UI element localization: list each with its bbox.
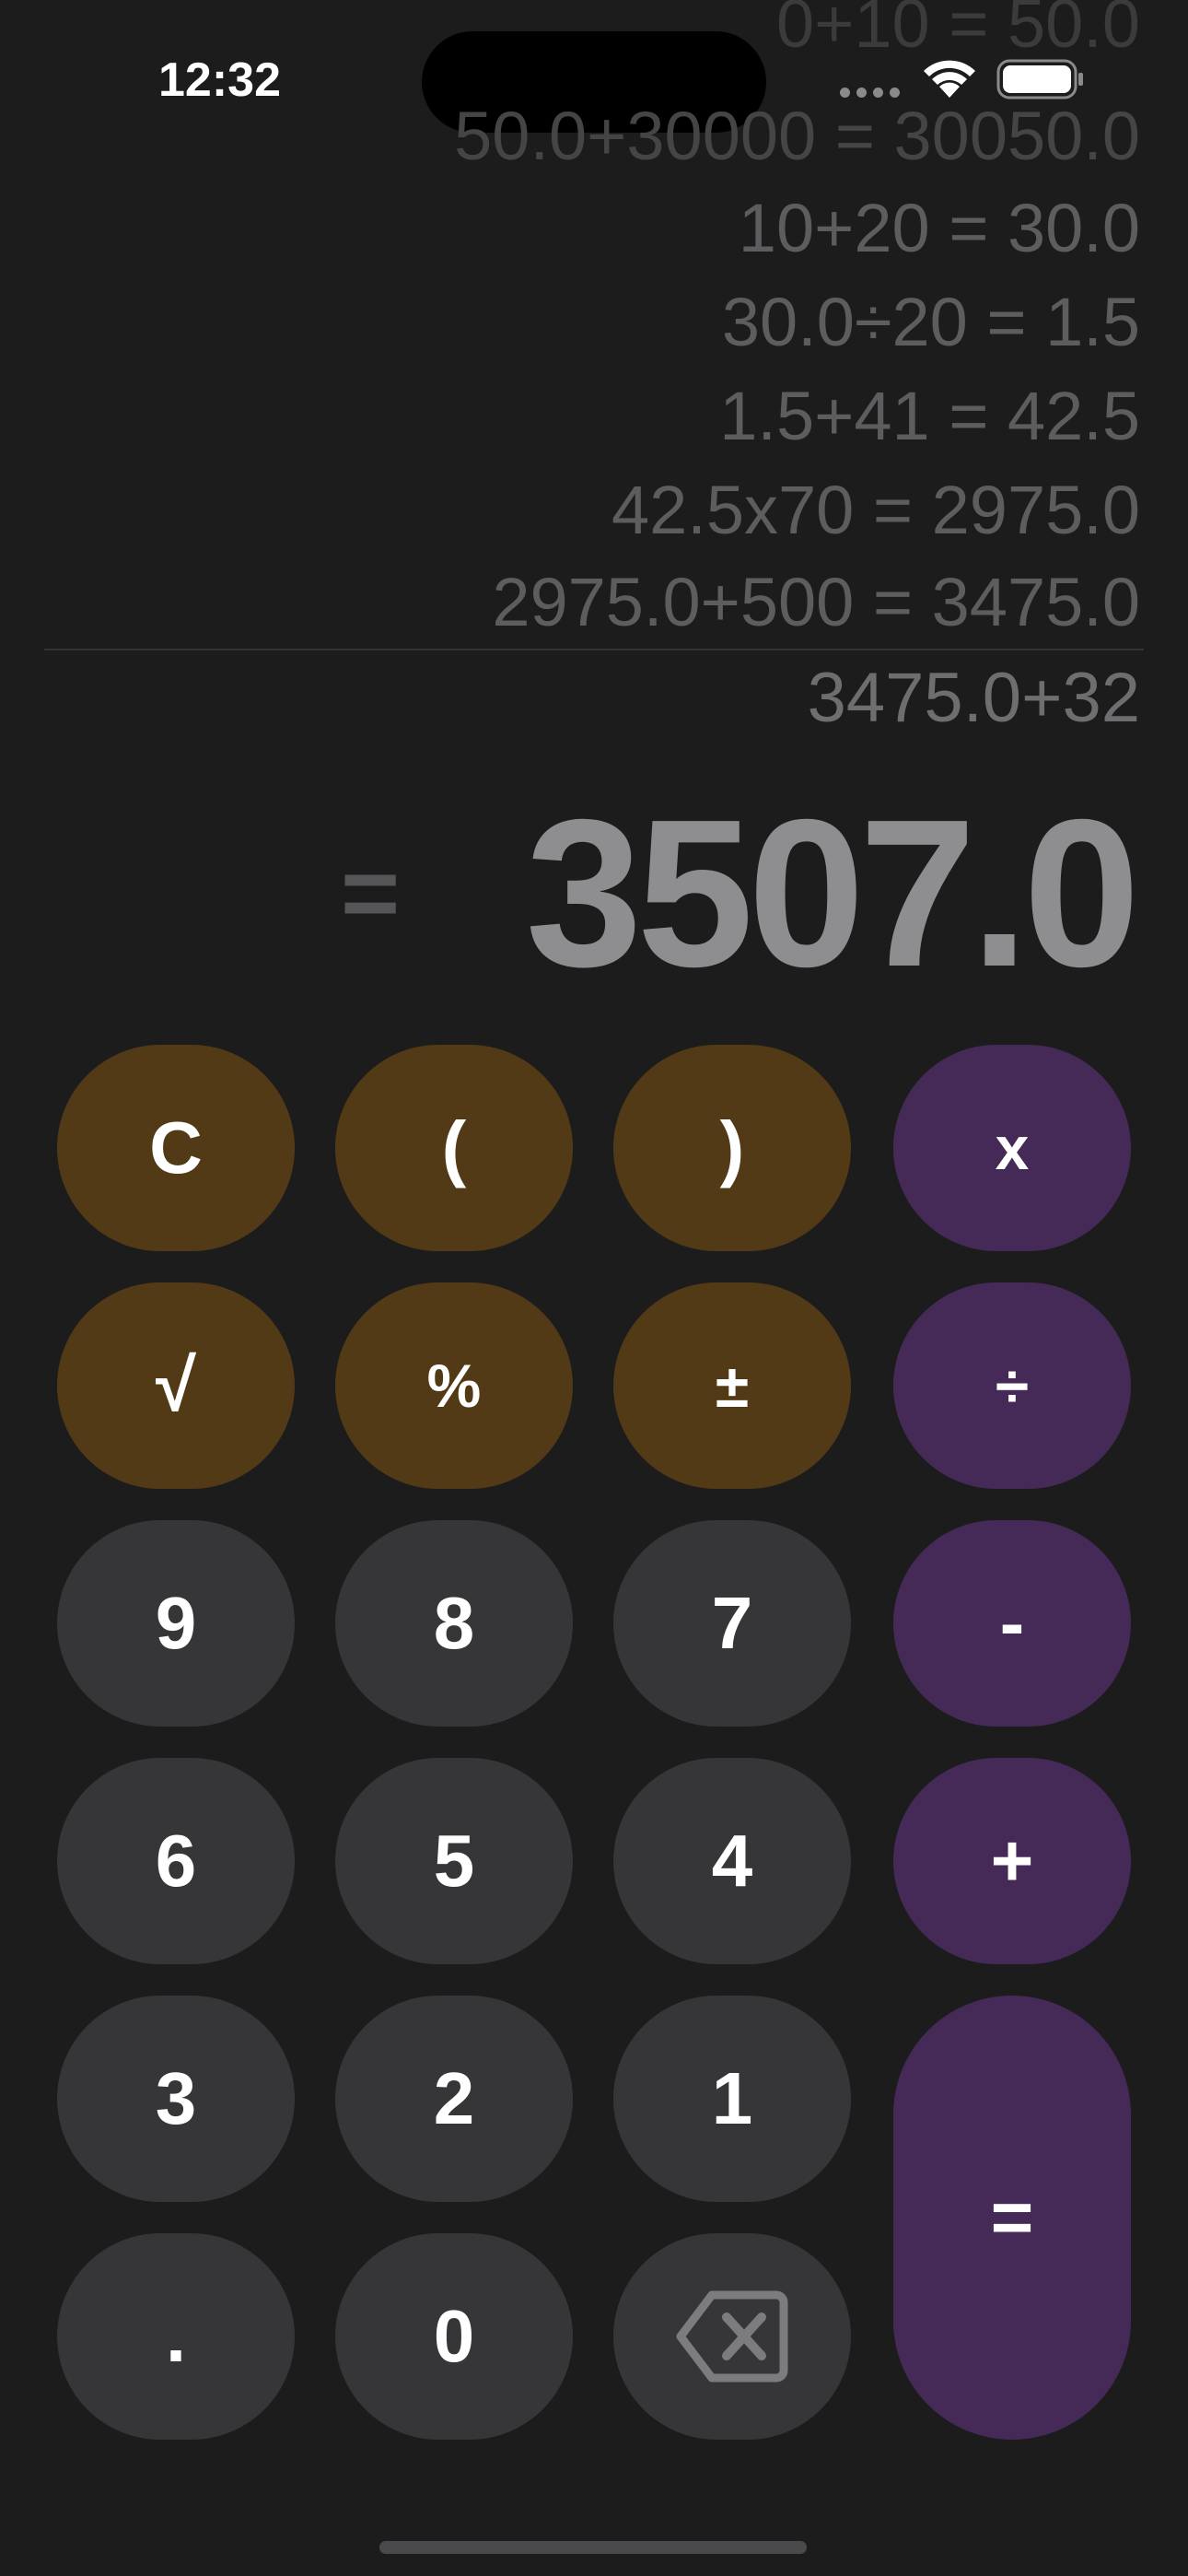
digit-6-label: 6 [155,1820,197,1902]
plus-minus-label: ± [715,1352,750,1420]
plus-label: + [990,1820,1034,1902]
backspace-button[interactable] [613,2233,851,2440]
history-line: 2975.0+500 = 3475.0 [492,564,1140,640]
digit-6-button[interactable]: 6 [57,1758,295,1964]
close-paren-label: ) [719,1107,745,1188]
history-divider [44,649,1144,650]
close-paren-button[interactable]: ) [613,1045,851,1251]
history-line: 42.5x70 = 2975.0 [611,472,1140,548]
history-line: 50.0+30000 = 30050.0 [454,98,1140,174]
equals-button[interactable]: = [893,1996,1131,2440]
minus-label: - [999,1582,1025,1664]
history-line: 30.0÷20 = 1.5 [721,284,1140,360]
home-indicator[interactable] [379,2541,807,2554]
digit-5-button[interactable]: 5 [335,1758,573,1964]
percent-button[interactable]: % [335,1282,573,1489]
digit-2-button[interactable]: 2 [335,1996,573,2202]
history-line: 10+20 = 30.0 [738,190,1140,266]
plus-minus-button[interactable]: ± [613,1282,851,1489]
digit-8-label: 8 [433,1582,475,1664]
open-paren-label: ( [441,1107,467,1188]
digit-4-label: 4 [711,1820,753,1902]
clear-button-label: C [149,1107,203,1188]
multiply-label: x [995,1114,1030,1182]
digit-1-button[interactable]: 1 [613,1996,851,2202]
plus-button[interactable]: + [893,1758,1131,1964]
backspace-icon [676,2290,788,2383]
digit-2-label: 2 [433,2057,475,2139]
result-equals-sign: = [341,837,401,950]
divide-button[interactable]: ÷ [893,1282,1131,1489]
digit-0-label: 0 [433,2295,475,2377]
current-expression: 3475.0+32 [807,659,1140,737]
sqrt-button[interactable]: √ [57,1282,295,1489]
divide-label: ÷ [995,1352,1030,1420]
digit-3-button[interactable]: 3 [57,1996,295,2202]
digit-9-button[interactable]: 9 [57,1520,295,1727]
history-line: 1.5+41 = 42.5 [719,378,1140,454]
equals-label: = [990,2176,1034,2258]
digit-0-button[interactable]: 0 [335,2233,573,2440]
history-line: 0+10 = 50.0 [775,0,1140,62]
percent-label: % [426,1352,482,1420]
digit-3-label: 3 [155,2057,197,2139]
open-paren-button[interactable]: ( [335,1045,573,1251]
calculation-history: 0+10 = 50.0 50.0+30000 = 30050.0 10+20 =… [35,0,1140,1198]
minus-button[interactable]: - [893,1520,1131,1727]
sqrt-label: √ [156,1344,196,1426]
digit-1-label: 1 [711,2057,753,2139]
digit-8-button[interactable]: 8 [335,1520,573,1727]
digit-4-button[interactable]: 4 [613,1758,851,1964]
digit-7-label: 7 [711,1582,753,1664]
digit-5-label: 5 [433,1820,475,1902]
digit-7-button[interactable]: 7 [613,1520,851,1727]
decimal-label: . [165,2295,187,2377]
result-display: 3507.0 [525,777,1140,1011]
decimal-button[interactable]: . [57,2233,295,2440]
multiply-button[interactable]: x [893,1045,1131,1251]
digit-9-label: 9 [155,1582,197,1664]
clear-button[interactable]: C [57,1045,295,1251]
